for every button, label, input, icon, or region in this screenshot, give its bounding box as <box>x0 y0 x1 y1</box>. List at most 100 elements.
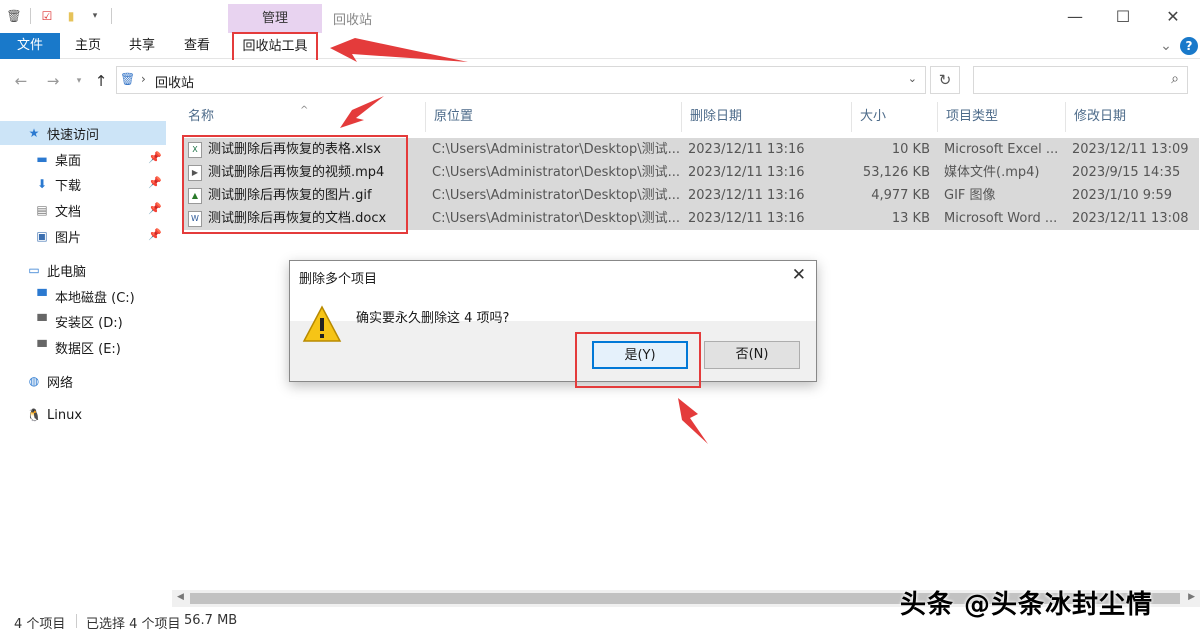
address-bar[interactable]: 🗑 › 回收站 ⌄ <box>116 66 926 94</box>
new-folder-icon[interactable]: ▮ <box>63 8 79 24</box>
window-title: 回收站 <box>333 13 373 28</box>
drive-icon: ▀ <box>37 289 47 303</box>
file-location: C:\Users\Administrator\Desktop\测试... <box>432 188 680 203</box>
tab-share[interactable]: 共享 <box>120 33 164 59</box>
sidebar-item-documents[interactable]: ▤ 文档 📌 <box>0 198 166 222</box>
annotation-box-yes <box>575 332 701 388</box>
sidebar-item-label: 图片 <box>55 230 82 246</box>
chevron-right-icon[interactable]: › <box>141 72 146 86</box>
recent-locations-icon[interactable]: ▾ <box>70 72 88 90</box>
customize-toolbar-icon[interactable]: ▾ <box>87 8 103 24</box>
dialog-close-icon[interactable]: ✕ <box>792 265 806 285</box>
navigation-pane: ★ 快速访问 ▬ 桌面 📌 ⬇ 下载 📌 ▤ 文档 📌 ▣ 图片 📌 ▭ 此电脑… <box>0 102 168 602</box>
tab-file[interactable]: 文件 <box>0 33 60 59</box>
drive-icon: ▀ <box>37 340 47 354</box>
linux-icon: 🐧 <box>26 408 42 422</box>
file-modified-date: 2023/12/11 13:09 <box>1072 142 1189 157</box>
sidebar-item-drive-d[interactable]: ▀ 安装区 (D:) <box>0 309 166 333</box>
scroll-right-icon[interactable]: ▶ <box>1188 592 1195 602</box>
download-icon: ⬇ <box>36 177 48 191</box>
item-count: 4 个项目 <box>14 617 66 632</box>
recycle-bin-icon: 🗑 <box>120 72 136 86</box>
sidebar-item-desktop[interactable]: ▬ 桌面 📌 <box>0 147 166 171</box>
quick-access-toolbar: 🗑 ☑ ▮ ▾ <box>6 8 112 24</box>
column-header-location[interactable]: 原位置 <box>426 102 682 132</box>
search-input[interactable]: ⌕ <box>973 66 1188 94</box>
sidebar-item-linux[interactable]: 🐧 Linux <box>0 403 166 427</box>
context-tab-manage[interactable]: 管理 <box>228 4 322 33</box>
sidebar-item-drive-c[interactable]: ▀ 本地磁盘 (C:) <box>0 284 166 308</box>
computer-icon: ▭ <box>28 263 40 277</box>
sidebar-item-drive-e[interactable]: ▀ 数据区 (E:) <box>0 335 166 359</box>
watermark: 头条 @头条冰封尘情 <box>900 590 1154 620</box>
sidebar-item-label: 文档 <box>55 204 82 220</box>
column-header-name[interactable]: ^ 名称 <box>180 102 426 132</box>
file-size: 4,977 KB <box>871 188 930 203</box>
sidebar-item-label: 快速访问 <box>47 127 100 143</box>
sidebar-item-quick-access[interactable]: ★ 快速访问 <box>0 121 166 145</box>
minimize-button[interactable]: — <box>1050 0 1100 33</box>
file-modified-date: 2023/1/10 9:59 <box>1072 188 1172 203</box>
network-icon: ◍ <box>28 374 40 388</box>
sidebar-item-label: 下载 <box>55 178 82 194</box>
column-header-size[interactable]: 大小 <box>852 102 938 132</box>
sidebar-item-network[interactable]: ◍ 网络 <box>0 369 166 393</box>
file-deleted-date: 2023/12/11 13:16 <box>688 142 805 157</box>
sidebar-item-label: 安装区 (D:) <box>55 315 123 331</box>
dialog-title-bar: 删除多个项目 ✕ <box>290 261 816 291</box>
desktop-icon: ▬ <box>36 152 48 166</box>
recycle-bin-icon: 🗑 <box>6 9 22 23</box>
sidebar-item-label: 本地磁盘 (C:) <box>55 290 135 306</box>
file-type: Microsoft Excel ... <box>944 142 1059 157</box>
annotation-box-files <box>182 135 408 234</box>
file-type: Microsoft Word ... <box>944 211 1058 226</box>
dialog-message: 确实要永久删除这 4 项吗? <box>356 311 510 326</box>
pin-icon[interactable]: 📌 <box>148 151 162 164</box>
address-path[interactable]: 回收站 <box>155 72 194 91</box>
up-button[interactable]: ↑ <box>92 72 110 90</box>
column-header-type[interactable]: 项目类型 <box>938 102 1066 132</box>
picture-icon: ▣ <box>36 229 48 243</box>
file-deleted-date: 2023/12/11 13:16 <box>688 165 805 180</box>
sidebar-item-label: 数据区 (E:) <box>55 341 121 357</box>
help-button[interactable]: ? <box>1180 37 1198 55</box>
file-type: 媒体文件(.mp4) <box>944 165 1040 180</box>
pin-icon[interactable]: 📌 <box>148 202 162 215</box>
pin-icon[interactable]: 📌 <box>148 176 162 189</box>
file-location: C:\Users\Administrator\Desktop\测试... <box>432 142 680 157</box>
properties-icon[interactable]: ☑ <box>39 8 55 24</box>
no-button[interactable]: 否(N) <box>704 341 800 369</box>
column-header-modified[interactable]: 修改日期 <box>1066 102 1200 132</box>
file-size: 10 KB <box>891 142 930 157</box>
file-location: C:\Users\Administrator\Desktop\测试... <box>432 211 680 226</box>
document-icon: ▤ <box>36 203 48 217</box>
forward-button[interactable]: → <box>44 72 62 90</box>
sidebar-item-downloads[interactable]: ⬇ 下载 📌 <box>0 172 166 196</box>
sidebar-item-label: 网络 <box>47 375 74 391</box>
file-size: 53,126 KB <box>862 165 930 180</box>
status-divider <box>76 614 77 628</box>
column-header-deleted[interactable]: 删除日期 <box>682 102 852 132</box>
star-icon: ★ <box>28 126 40 140</box>
sidebar-item-label: 此电脑 <box>47 264 87 280</box>
file-deleted-date: 2023/12/11 13:16 <box>688 188 805 203</box>
tab-view[interactable]: 查看 <box>175 33 219 59</box>
sidebar-item-pictures[interactable]: ▣ 图片 📌 <box>0 224 166 248</box>
refresh-button[interactable]: ↻ <box>930 66 960 94</box>
pin-icon[interactable]: 📌 <box>148 228 162 241</box>
sidebar-item-label: 桌面 <box>55 153 82 169</box>
close-button[interactable]: ✕ <box>1148 0 1198 33</box>
selected-size: 56.7 MB <box>184 613 238 628</box>
scroll-left-icon[interactable]: ◀ <box>177 592 184 602</box>
ribbon-expand-icon[interactable]: ⌄ <box>1158 37 1174 55</box>
sidebar-item-this-pc[interactable]: ▭ 此电脑 <box>0 258 166 282</box>
file-modified-date: 2023/9/15 14:35 <box>1072 165 1181 180</box>
chevron-down-icon[interactable]: ⌄ <box>908 72 917 85</box>
tab-home[interactable]: 主页 <box>66 33 110 59</box>
tab-recycle-bin-tools[interactable]: 回收站工具 <box>232 32 318 63</box>
file-size: 13 KB <box>891 211 930 226</box>
maximize-button[interactable]: ☐ <box>1098 0 1148 33</box>
back-button[interactable]: ← <box>12 72 30 90</box>
search-icon: ⌕ <box>1171 71 1179 87</box>
warning-icon <box>302 305 342 342</box>
